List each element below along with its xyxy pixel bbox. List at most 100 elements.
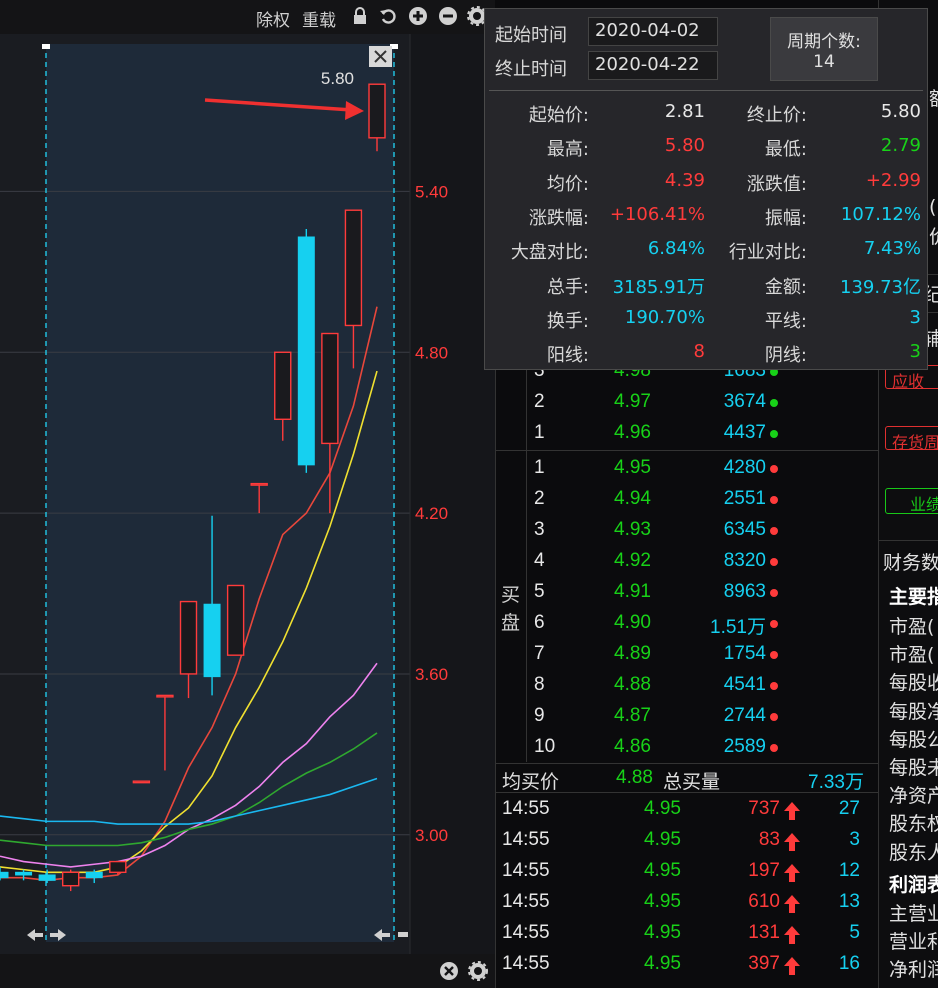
high-price-label: 5.80	[321, 69, 354, 88]
buy-price: 4.95	[614, 457, 651, 478]
stat-label: 终止价:	[746, 105, 807, 126]
up-arrow-icon	[784, 926, 800, 944]
level-number: 3	[534, 519, 545, 540]
tick-time: 14:55	[502, 922, 550, 943]
tick-time: 14:55	[502, 829, 550, 850]
up-dot-icon	[770, 651, 778, 659]
chart-toolbar: 除权 重载	[0, 0, 495, 34]
gear-icon[interactable]	[468, 961, 488, 981]
candlestick[interactable]	[132, 780, 151, 784]
profit-item: 营业利	[889, 931, 938, 953]
stat-value: 7.43%	[863, 238, 921, 260]
stat-label: 最高:	[546, 139, 589, 161]
buy-price: 4.87	[614, 705, 651, 726]
stat-value: 6.84%	[647, 238, 705, 260]
start-time-input[interactable]: 2020-04-02	[588, 17, 718, 46]
level-number: 7	[534, 643, 545, 664]
tick-volume: 197	[748, 860, 780, 881]
tick-volume: 131	[748, 922, 780, 943]
interval-stats-popup: 起始时间 2020-04-02 终止时间 2020-04-22 周期个数: 14…	[484, 8, 928, 370]
close-icon[interactable]	[439, 961, 459, 981]
stat-label: 振幅:	[764, 207, 807, 229]
financial-item: 每股收	[889, 672, 938, 695]
selection-region[interactable]	[46, 44, 394, 942]
buy-volume: 1.51万	[710, 617, 766, 638]
kline-chart[interactable]: 5.40 4.80 4.20 3.60 3.00 5.80	[0, 34, 495, 954]
y-tick-label: 3.60	[415, 665, 448, 684]
up-dot-icon	[770, 558, 778, 566]
zoom-out-icon[interactable]	[438, 6, 458, 26]
up-dot-icon	[770, 527, 778, 535]
stat-label: 起始价:	[528, 105, 589, 126]
buy-price: 4.92	[614, 550, 651, 571]
financial-item: 每股公	[889, 728, 938, 751]
selection-left-handle[interactable]	[42, 44, 50, 49]
end-time-input[interactable]: 2020-04-22	[588, 51, 718, 80]
level-number: 2	[534, 488, 545, 509]
up-dot-icon	[770, 496, 778, 504]
zoom-in-icon[interactable]	[408, 6, 428, 26]
candlestick[interactable]	[297, 228, 315, 473]
up-arrow-icon	[784, 833, 800, 851]
buy-volume: 8320	[723, 550, 766, 571]
up-dot-icon	[770, 682, 778, 690]
buy-price: 4.86	[614, 736, 651, 757]
up-dot-icon	[770, 620, 778, 628]
tick-time: 14:55	[502, 798, 550, 819]
level-number: 2	[534, 391, 545, 412]
tick-count: 16	[838, 953, 860, 974]
tick-count: 27	[838, 798, 860, 819]
up-arrow-icon	[784, 864, 800, 882]
financial-title: 财务数	[883, 552, 938, 574]
stat-value: 107.12%	[840, 203, 921, 225]
stat-value: 3	[909, 306, 921, 328]
stat-value: 3185.91万	[612, 276, 705, 298]
sell-volume: 3674	[723, 391, 766, 412]
total-buy-label: 总买量	[663, 772, 721, 793]
buy-label: 买	[501, 585, 521, 606]
candlestick[interactable]	[226, 584, 245, 656]
inventory-button[interactable]: 存货周	[885, 426, 938, 450]
tick-price: 4.95	[644, 922, 681, 943]
stat-value: 5.80	[664, 135, 705, 157]
tick-volume: 397	[748, 953, 780, 974]
up-dot-icon	[770, 465, 778, 473]
level-number: 9	[534, 705, 545, 726]
undo-icon[interactable]	[378, 6, 398, 26]
financial-item: 每股净	[889, 700, 938, 723]
level-number: 6	[534, 612, 545, 633]
performance-button[interactable]: 业绩	[885, 488, 938, 514]
buy-volume: 4280	[723, 457, 766, 478]
stat-label: 涨跌幅:	[528, 207, 589, 229]
stat-label: 平线:	[764, 310, 807, 332]
stat-value: 5.80	[880, 101, 921, 122]
lock-icon[interactable]	[350, 6, 370, 26]
tick-time: 14:55	[502, 860, 550, 881]
financial-item: 市盈(	[889, 616, 935, 638]
candlestick[interactable]	[109, 860, 127, 875]
reload-button[interactable]: 重载	[302, 6, 336, 31]
selection-close-icon[interactable]	[369, 46, 392, 67]
tick-count: 12	[838, 860, 860, 881]
level-number: 1	[534, 457, 545, 478]
up-dot-icon	[770, 744, 778, 752]
stat-label: 大盘对比:	[510, 242, 589, 264]
y-tick-label: 5.40	[415, 182, 448, 201]
arrow-right-icon[interactable]	[398, 932, 408, 937]
stat-value: 2.79	[880, 135, 921, 157]
period-count-value: 14	[813, 52, 835, 72]
up-dot-icon	[770, 589, 778, 597]
tick-volume: 737	[748, 798, 780, 819]
adjust-button[interactable]: 除权	[256, 6, 290, 31]
tick-time: 14:55	[502, 953, 550, 974]
sell-price: 4.96	[614, 422, 651, 443]
level-number: 1	[534, 422, 545, 443]
down-dot-icon	[770, 430, 778, 438]
stat-label: 阳线:	[546, 345, 589, 367]
period-count-box: 周期个数: 14	[770, 17, 878, 81]
buy-price: 4.89	[614, 643, 651, 664]
sell-price: 4.97	[614, 391, 651, 412]
buy-volume: 2744	[723, 705, 766, 726]
stat-label: 换手:	[546, 310, 589, 332]
buy-price: 4.90	[614, 612, 651, 633]
